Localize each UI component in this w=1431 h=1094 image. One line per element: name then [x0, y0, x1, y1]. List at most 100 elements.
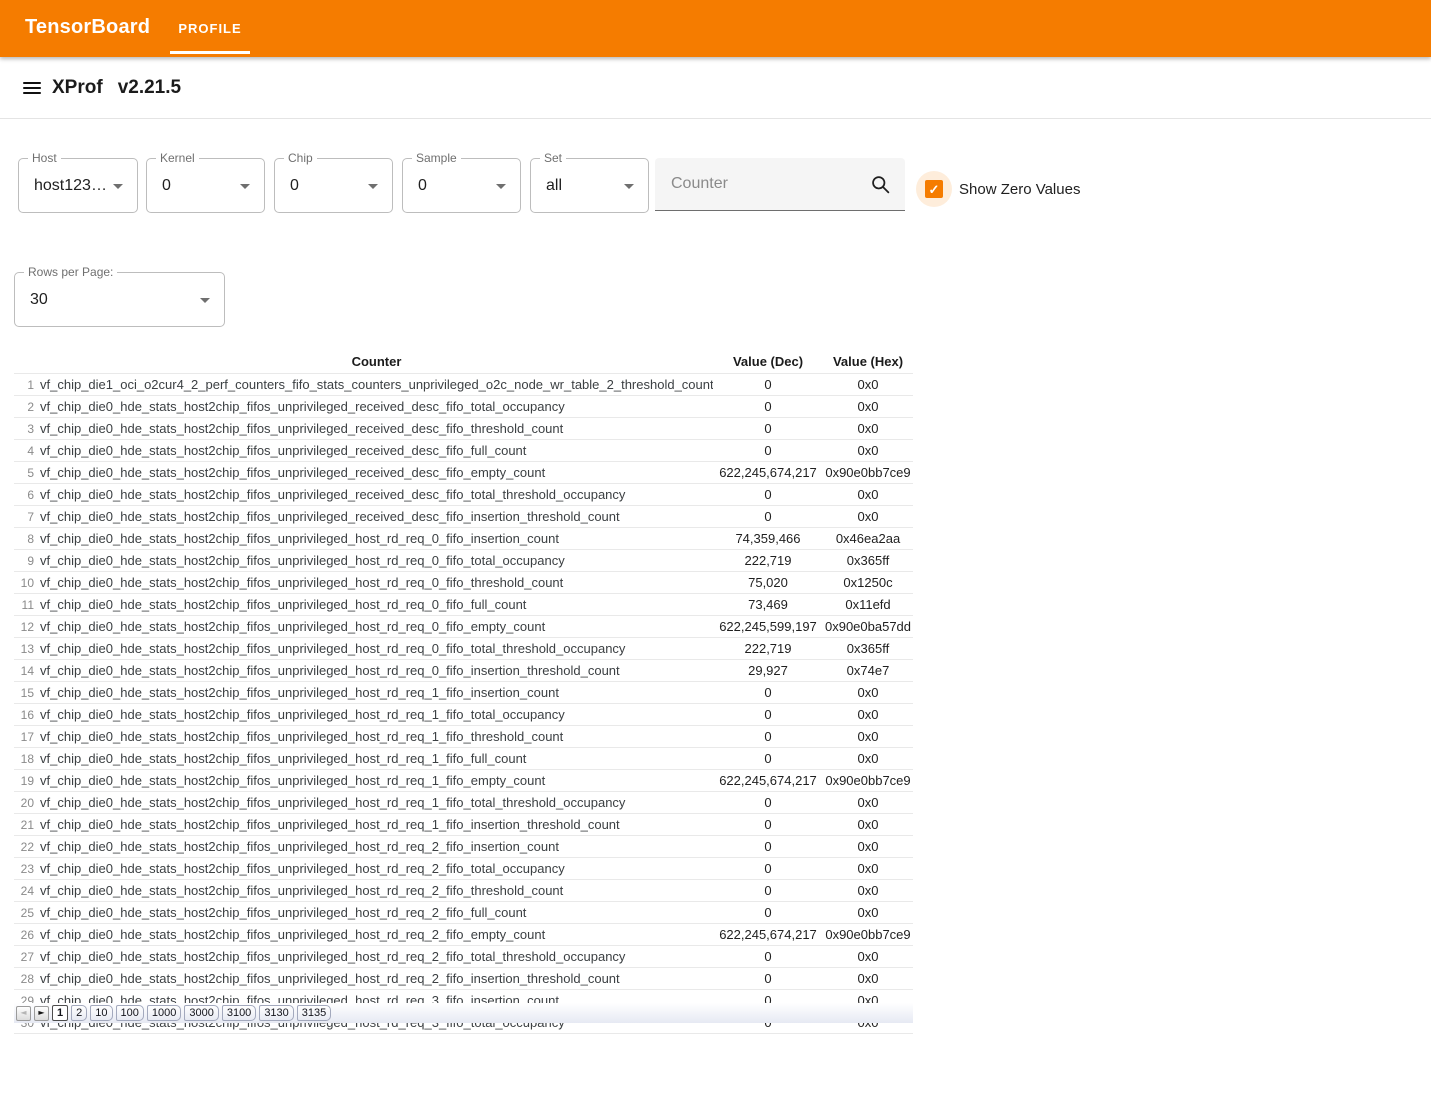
table-row[interactable]: 17 vf_chip_die0_hde_stats_host2chip_fifo…	[14, 726, 913, 748]
row-value-dec: 0	[713, 792, 823, 814]
page-button-10[interactable]: 10	[90, 1005, 112, 1021]
prev-page-button[interactable]: ◄	[16, 1006, 31, 1021]
row-value-dec: 0	[713, 484, 823, 506]
row-index: 8	[14, 528, 40, 550]
row-counter-name: vf_chip_die0_hde_stats_host2chip_fifos_u…	[40, 396, 713, 418]
table-row[interactable]: 14 vf_chip_die0_hde_stats_host2chip_fifo…	[14, 660, 913, 682]
row-value-dec: 0	[713, 946, 823, 968]
table-row[interactable]: 7 vf_chip_die0_hde_stats_host2chip_fifos…	[14, 506, 913, 528]
row-index: 13	[14, 638, 40, 660]
pagination-pages: 121010010003000310031303135	[52, 1005, 331, 1021]
row-value-hex: 0x0	[823, 814, 913, 836]
checkbox-checked-icon[interactable]: ✓	[925, 180, 943, 198]
row-index: 3	[14, 418, 40, 440]
chip-select-value: 0	[290, 159, 299, 212]
row-value-hex: 0x0	[823, 418, 913, 440]
table-row[interactable]: 10 vf_chip_die0_hde_stats_host2chip_fifo…	[14, 572, 913, 594]
row-index: 15	[14, 682, 40, 704]
counter-search-field	[655, 158, 905, 211]
rows-per-page-select[interactable]: Rows per Page: 30	[14, 272, 225, 327]
table-row[interactable]: 15 vf_chip_die0_hde_stats_host2chip_fifo…	[14, 682, 913, 704]
row-value-hex: 0x0	[823, 726, 913, 748]
row-value-hex: 0x0	[823, 902, 913, 924]
table-row[interactable]: 23 vf_chip_die0_hde_stats_host2chip_fifo…	[14, 858, 913, 880]
row-value-dec: 0	[713, 396, 823, 418]
table-row[interactable]: 4 vf_chip_die0_hde_stats_host2chip_fifos…	[14, 440, 913, 462]
row-counter-name: vf_chip_die0_hde_stats_host2chip_fifos_u…	[40, 418, 713, 440]
table-row[interactable]: 1 vf_chip_die1_oci_o2cur4_2_perf_counter…	[14, 374, 913, 396]
menu-icon[interactable]	[23, 79, 41, 97]
table-row[interactable]: 28 vf_chip_die0_hde_stats_host2chip_fifo…	[14, 968, 913, 990]
row-value-hex: 0x90e0bb7ce9	[823, 462, 913, 484]
page-button-3100[interactable]: 3100	[222, 1005, 256, 1021]
tab-profile[interactable]: PROFILE	[170, 0, 250, 57]
counter-table-body: 1 vf_chip_die1_oci_o2cur4_2_perf_counter…	[14, 374, 913, 1034]
row-value-hex: 0x0	[823, 440, 913, 462]
row-value-hex: 0x0	[823, 836, 913, 858]
page-button-3000[interactable]: 3000	[184, 1005, 218, 1021]
table-row[interactable]: 16 vf_chip_die0_hde_stats_host2chip_fifo…	[14, 704, 913, 726]
table-row[interactable]: 8 vf_chip_die0_hde_stats_host2chip_fifos…	[14, 528, 913, 550]
row-index: 9	[14, 550, 40, 572]
table-row[interactable]: 27 vf_chip_die0_hde_stats_host2chip_fifo…	[14, 946, 913, 968]
row-index: 26	[14, 924, 40, 946]
search-icon[interactable]	[870, 174, 891, 195]
row-index: 11	[14, 594, 40, 616]
set-select[interactable]: Set all	[530, 158, 649, 213]
kernel-select-value: 0	[162, 159, 171, 212]
row-value-dec: 0	[713, 858, 823, 880]
row-counter-name: vf_chip_die0_hde_stats_host2chip_fifos_u…	[40, 836, 713, 858]
row-counter-name: vf_chip_die0_hde_stats_host2chip_fifos_u…	[40, 440, 713, 462]
row-counter-name: vf_chip_die0_hde_stats_host2chip_fifos_u…	[40, 924, 713, 946]
table-row[interactable]: 21 vf_chip_die0_hde_stats_host2chip_fifo…	[14, 814, 913, 836]
row-value-hex: 0x0	[823, 704, 913, 726]
row-counter-name: vf_chip_die0_hde_stats_host2chip_fifos_u…	[40, 506, 713, 528]
page-button-1000[interactable]: 1000	[147, 1005, 181, 1021]
row-counter-name: vf_chip_die0_hde_stats_host2chip_fifos_u…	[40, 748, 713, 770]
table-row[interactable]: 2 vf_chip_die0_hde_stats_host2chip_fifos…	[14, 396, 913, 418]
table-row[interactable]: 9 vf_chip_die0_hde_stats_host2chip_fifos…	[14, 550, 913, 572]
row-counter-name: vf_chip_die0_hde_stats_host2chip_fifos_u…	[40, 594, 713, 616]
page-button-100[interactable]: 100	[116, 1005, 144, 1021]
page-button-3135[interactable]: 3135	[297, 1005, 331, 1021]
row-index: 17	[14, 726, 40, 748]
xprof-version: v2.21.5	[118, 77, 181, 99]
table-row[interactable]: 19 vf_chip_die0_hde_stats_host2chip_fifo…	[14, 770, 913, 792]
table-row[interactable]: 22 vf_chip_die0_hde_stats_host2chip_fifo…	[14, 836, 913, 858]
page-button-2[interactable]: 2	[71, 1005, 87, 1021]
row-counter-name: vf_chip_die0_hde_stats_host2chip_fifos_u…	[40, 770, 713, 792]
counter-search-input[interactable]	[671, 158, 861, 210]
counters-table: Counter Value (Dec) Value (Hex) 1 vf_chi…	[14, 351, 913, 1034]
kernel-select[interactable]: Kernel 0	[146, 158, 265, 213]
row-index: 18	[14, 748, 40, 770]
row-value-dec: 0	[713, 748, 823, 770]
table-row[interactable]: 20 vf_chip_die0_hde_stats_host2chip_fifo…	[14, 792, 913, 814]
table-row[interactable]: 25 vf_chip_die0_hde_stats_host2chip_fifo…	[14, 902, 913, 924]
table-row[interactable]: 18 vf_chip_die0_hde_stats_host2chip_fifo…	[14, 748, 913, 770]
next-page-button[interactable]: ►	[34, 1006, 49, 1021]
host-select[interactable]: Host host123…	[18, 158, 138, 213]
page-button-3130[interactable]: 3130	[259, 1005, 293, 1021]
table-row[interactable]: 11 vf_chip_die0_hde_stats_host2chip_fifo…	[14, 594, 913, 616]
row-value-dec: 74,359,466	[713, 528, 823, 550]
table-row[interactable]: 6 vf_chip_die0_hde_stats_host2chip_fifos…	[14, 484, 913, 506]
sample-select[interactable]: Sample 0	[402, 158, 521, 213]
table-row[interactable]: 12 vf_chip_die0_hde_stats_host2chip_fifo…	[14, 616, 913, 638]
row-value-dec: 622,245,674,217	[713, 462, 823, 484]
row-counter-name: vf_chip_die0_hde_stats_host2chip_fifos_u…	[40, 858, 713, 880]
chip-select[interactable]: Chip 0	[274, 158, 393, 213]
table-row[interactable]: 24 vf_chip_die0_hde_stats_host2chip_fifo…	[14, 880, 913, 902]
row-index: 21	[14, 814, 40, 836]
header-value-dec: Value (Dec)	[713, 351, 823, 374]
table-row[interactable]: 26 vf_chip_die0_hde_stats_host2chip_fifo…	[14, 924, 913, 946]
tab-indicator	[170, 51, 250, 54]
table-row[interactable]: 3 vf_chip_die0_hde_stats_host2chip_fifos…	[14, 418, 913, 440]
table-row[interactable]: 5 vf_chip_die0_hde_stats_host2chip_fifos…	[14, 462, 913, 484]
show-zero-values-toggle[interactable]: ✓ Show Zero Values	[916, 171, 1080, 207]
row-counter-name: vf_chip_die0_hde_stats_host2chip_fifos_u…	[40, 704, 713, 726]
row-value-dec: 0	[713, 704, 823, 726]
table-header-row: Counter Value (Dec) Value (Hex)	[14, 351, 913, 374]
page-button-1[interactable]: 1	[52, 1005, 68, 1021]
row-counter-name: vf_chip_die0_hde_stats_host2chip_fifos_u…	[40, 462, 713, 484]
table-row[interactable]: 13 vf_chip_die0_hde_stats_host2chip_fifo…	[14, 638, 913, 660]
